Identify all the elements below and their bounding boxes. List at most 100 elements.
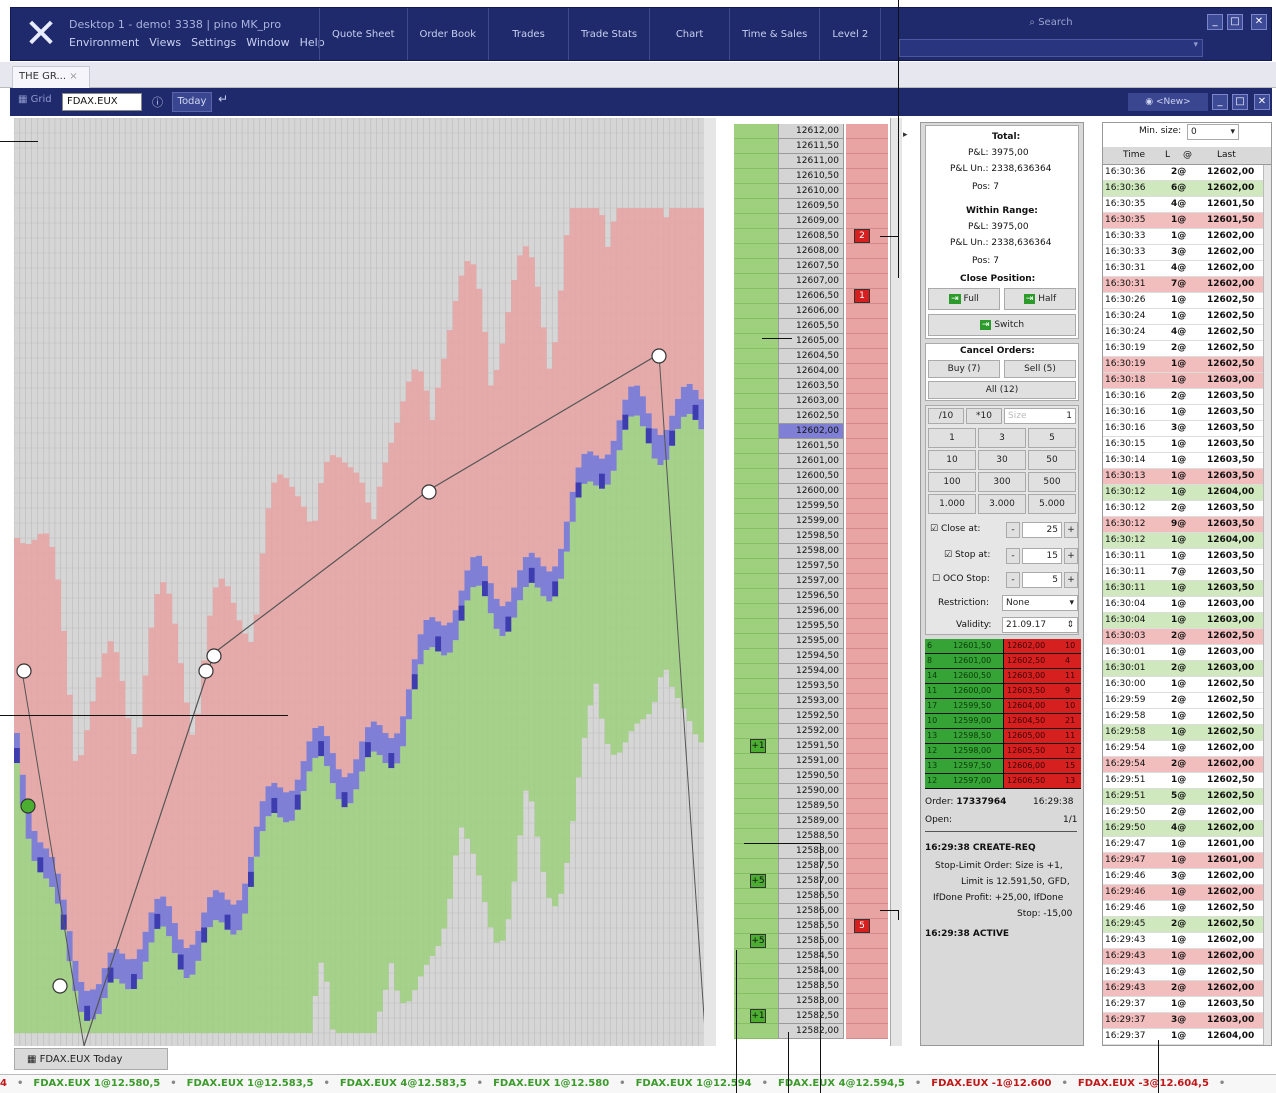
sell-cell[interactable]: [846, 574, 888, 589]
return-icon[interactable]: ↵: [218, 92, 228, 106]
ladder-row[interactable]: 12609,50: [734, 199, 888, 214]
quantity-button[interactable]: 3.000: [978, 494, 1026, 514]
buy-cell[interactable]: [734, 514, 778, 529]
quantity-button[interactable]: 1: [928, 428, 976, 448]
book-row[interactable]: 6 12601,50 12602,00 10: [925, 639, 1081, 653]
buy-cell[interactable]: [734, 994, 778, 1009]
ladder-row[interactable]: 12597,50: [734, 559, 888, 574]
buy-cell[interactable]: [734, 979, 778, 994]
close-at-checkbox[interactable]: ☑: [930, 524, 938, 534]
time-and-sales-button[interactable]: Time & Sales: [729, 8, 819, 60]
trade-marker[interactable]: [651, 348, 667, 364]
sell-cell[interactable]: [846, 694, 888, 709]
buy-cell[interactable]: [734, 799, 778, 814]
menu-settings[interactable]: Settings: [191, 36, 236, 49]
quantity-button[interactable]: 1.000: [928, 494, 976, 514]
buy-cell[interactable]: [734, 604, 778, 619]
ladder-row[interactable]: 12595,50: [734, 619, 888, 634]
ladder-row[interactable]: 12594,50: [734, 649, 888, 664]
ladder-row[interactable]: 12590,50: [734, 769, 888, 784]
ladder-row[interactable]: 12589,00: [734, 814, 888, 829]
buy-cell[interactable]: [734, 154, 778, 169]
chart-tab[interactable]: ▦ FDAX.EUX Today: [14, 1048, 168, 1070]
ladder-row[interactable]: 12598,00: [734, 544, 888, 559]
sell-cell[interactable]: [846, 589, 888, 604]
sell-cell[interactable]: [846, 409, 888, 424]
ladder-row[interactable]: 12607,50: [734, 259, 888, 274]
buy-cell[interactable]: [734, 949, 778, 964]
sell-cell[interactable]: [846, 994, 888, 1009]
sell-cell[interactable]: [846, 424, 888, 439]
switch-position-button[interactable]: ⇥ Switch: [928, 314, 1076, 336]
sell-cell[interactable]: [846, 259, 888, 274]
ladder-row[interactable]: 12604,50: [734, 349, 888, 364]
ladder-row[interactable]: 12600,50: [734, 469, 888, 484]
buy-cell[interactable]: [734, 469, 778, 484]
book-row[interactable]: 8 12601,00 12602,50 4: [925, 654, 1081, 668]
size-column-header[interactable]: L: [1165, 150, 1170, 160]
sell-cell[interactable]: [846, 799, 888, 814]
stop-at-plus-button[interactable]: +: [1064, 548, 1078, 564]
sell-cell[interactable]: [846, 544, 888, 559]
quantity-button[interactable]: 5.000: [1028, 494, 1076, 514]
ladder-row[interactable]: 12588,00: [734, 844, 888, 859]
buy-cell[interactable]: [734, 889, 778, 904]
buy-cell[interactable]: [734, 139, 778, 154]
oco-stop-checkbox[interactable]: ☐: [932, 574, 940, 584]
ladder-row[interactable]: 12584,50: [734, 949, 888, 964]
buy-order-marker[interactable]: +5: [750, 874, 766, 888]
ladder-row[interactable]: 12610,00: [734, 184, 888, 199]
ladder-row[interactable]: 12583,50: [734, 979, 888, 994]
buy-cell[interactable]: [734, 424, 778, 439]
ladder-row[interactable]: 12599,50: [734, 499, 888, 514]
close-at-input[interactable]: 25: [1022, 522, 1062, 538]
ladder-row[interactable]: 12601,50: [734, 439, 888, 454]
ladder-row[interactable]: 12595,00: [734, 634, 888, 649]
buy-cell[interactable]: [734, 124, 778, 139]
trade-stats-button[interactable]: Trade Stats: [567, 8, 649, 60]
sell-cell[interactable]: [846, 784, 888, 799]
ladder-row[interactable]: 12596,00: [734, 604, 888, 619]
sell-cell[interactable]: [846, 859, 888, 874]
sell-cell[interactable]: [846, 529, 888, 544]
ladder-row[interactable]: 12599,00: [734, 514, 888, 529]
sell-cell[interactable]: [846, 199, 888, 214]
sell-cell[interactable]: [846, 454, 888, 469]
buy-cell[interactable]: [734, 769, 778, 784]
sell-cell[interactable]: [846, 319, 888, 334]
quantity-button[interactable]: 30: [978, 450, 1026, 470]
quantity-button[interactable]: 500: [1028, 472, 1076, 492]
level-2-button[interactable]: Level 2: [819, 8, 882, 60]
sell-cell[interactable]: [846, 124, 888, 139]
menu-environment[interactable]: Environment: [69, 36, 139, 49]
sell-cell[interactable]: [846, 349, 888, 364]
sell-cell[interactable]: [846, 139, 888, 154]
buy-cell[interactable]: [734, 259, 778, 274]
sell-cell[interactable]: [846, 334, 888, 349]
buy-cell[interactable]: [734, 664, 778, 679]
ladder-row[interactable]: 12611,00: [734, 154, 888, 169]
ladder-row[interactable]: 12597,00: [734, 574, 888, 589]
ladder-row[interactable]: 12600,00: [734, 484, 888, 499]
stop-at-minus-button[interactable]: -: [1006, 548, 1020, 564]
sell-cell[interactable]: [846, 439, 888, 454]
buy-cell[interactable]: [734, 319, 778, 334]
sell-cell[interactable]: [846, 844, 888, 859]
close-at-plus-button[interactable]: +: [1064, 522, 1078, 538]
price-heatmap-chart[interactable]: [14, 118, 716, 1046]
oco-stop-input[interactable]: 5: [1022, 572, 1062, 588]
close-full-button[interactable]: ⇥ Full: [928, 288, 1000, 310]
buy-cell[interactable]: [734, 499, 778, 514]
ladder-row[interactable]: 12606,00: [734, 304, 888, 319]
panel-close-icon[interactable]: ✕: [1254, 94, 1270, 110]
ladder-row[interactable]: 12610,50: [734, 169, 888, 184]
cancel-sell-button[interactable]: Sell (5): [1004, 360, 1076, 378]
sell-cell[interactable]: [846, 949, 888, 964]
buy-cell[interactable]: [734, 694, 778, 709]
quantity-button[interactable]: 10: [928, 450, 976, 470]
buy-cell[interactable]: [734, 529, 778, 544]
time-column-header[interactable]: Time: [1123, 150, 1145, 160]
book-row[interactable]: 12 12597,00 12606,50 13: [925, 774, 1081, 788]
sell-cell[interactable]: [846, 484, 888, 499]
buy-cell[interactable]: [734, 904, 778, 919]
